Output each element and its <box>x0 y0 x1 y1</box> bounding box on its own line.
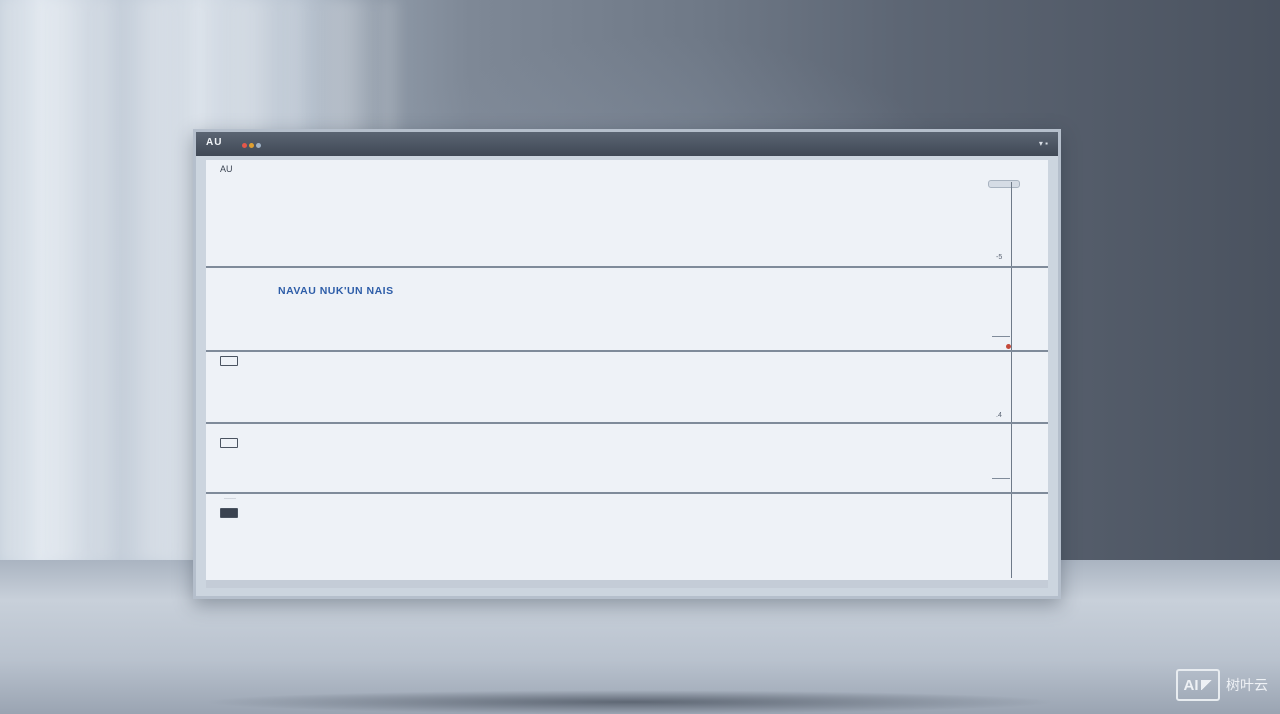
entry-headline[interactable]: NAVAU NUK'UN NAIS <box>278 285 394 297</box>
title-dots <box>242 140 263 150</box>
close-dot[interactable] <box>242 143 247 148</box>
entry-section-2: NAVAU NUK'UN NAIS <box>206 268 1048 352</box>
image-icon <box>1200 680 1213 690</box>
section-rule <box>992 478 1010 479</box>
entry-tag: AU <box>220 164 233 174</box>
maximize-dot[interactable] <box>256 143 261 148</box>
document-icon <box>220 356 238 366</box>
watermark: AI 树叶云 <box>1176 668 1268 702</box>
watermark-logo-text: AI <box>1183 676 1199 694</box>
window-controls[interactable]: ▾ ▪ <box>1039 139 1048 148</box>
section-marker: .4 <box>996 412 1002 419</box>
watermark-text: 树叶云 <box>1226 678 1268 694</box>
entry-section-3: .4 <box>206 352 1048 424</box>
document-icon <box>220 438 238 448</box>
window-title: AU <box>206 137 223 148</box>
document-icon <box>220 508 238 518</box>
title-bar: AU ▾ ▪ <box>196 132 1058 156</box>
background-scene: AU ▾ ▪ AU -5 NAVAU NUK'UN NAIS .4 ······… <box>0 0 1280 714</box>
headline-highlight: NAVAU NUK'UN NAIS <box>278 285 394 297</box>
watermark-logo: AI <box>1176 669 1220 701</box>
floor-shadow <box>200 690 1060 714</box>
section-rule <box>992 336 1010 337</box>
entry-section-1: AU -5 <box>206 160 1048 268</box>
status-indicator <box>1006 344 1011 349</box>
document-content: AU -5 NAVAU NUK'UN NAIS .4 ······ <box>206 160 1048 588</box>
section-marker: -5 <box>996 254 1003 261</box>
minimize-dot[interactable] <box>249 143 254 148</box>
entry-section-4 <box>206 424 1048 494</box>
app-window: AU ▾ ▪ AU -5 NAVAU NUK'UN NAIS .4 ······ <box>193 129 1061 599</box>
entry-tag-sub: ······ <box>224 496 236 502</box>
status-bar <box>206 580 1048 588</box>
entry-section-5: ······ <box>206 494 1048 588</box>
